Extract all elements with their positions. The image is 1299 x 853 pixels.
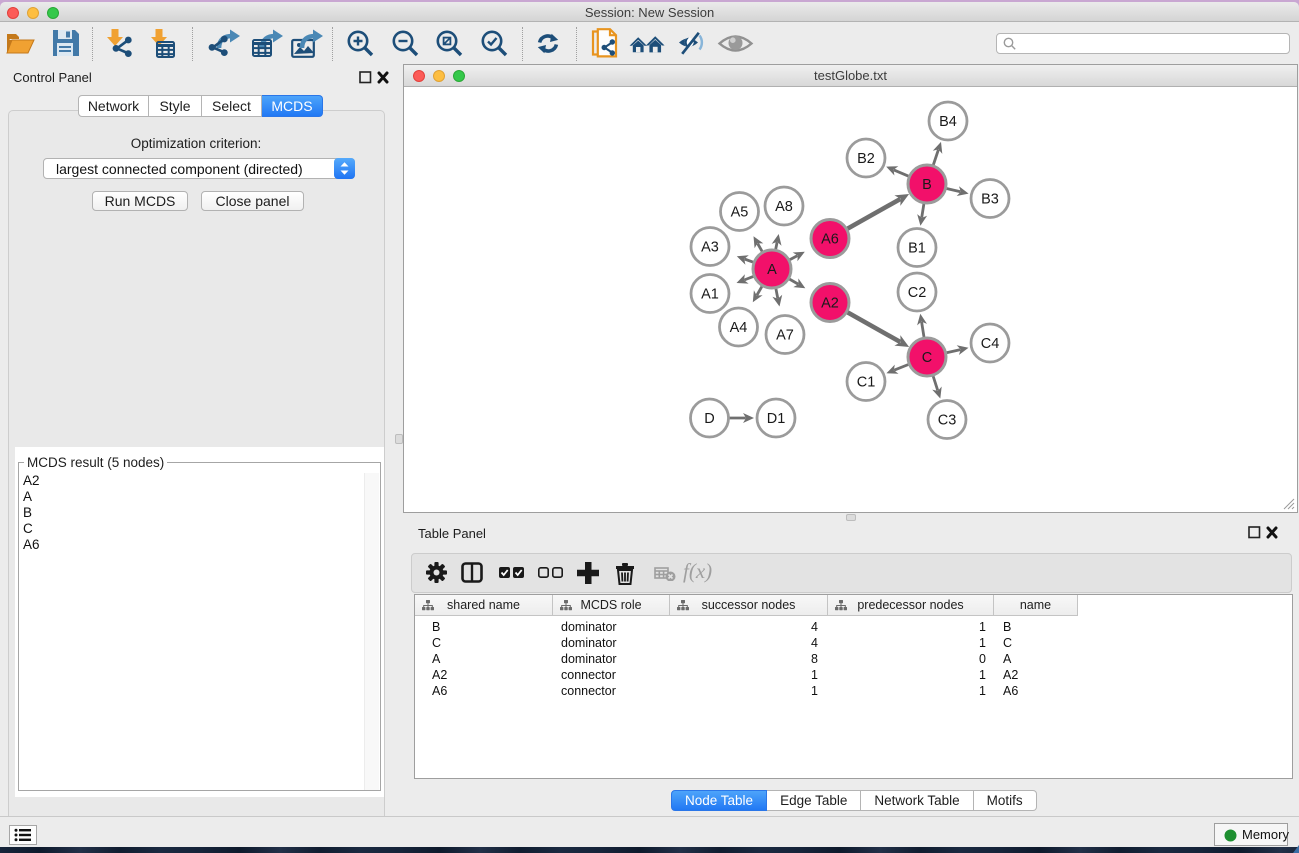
svg-text:A4: A4: [730, 320, 748, 336]
svg-text:A8: A8: [775, 199, 793, 215]
svg-text:C4: C4: [981, 336, 1000, 352]
svg-text:C3: C3: [938, 413, 957, 429]
svg-text:A2: A2: [821, 296, 839, 312]
svg-text:C2: C2: [908, 285, 927, 301]
svg-text:C: C: [922, 350, 932, 366]
svg-text:B4: B4: [939, 114, 957, 130]
svg-text:C1: C1: [857, 375, 876, 391]
svg-text:A7: A7: [776, 328, 794, 344]
svg-text:A6: A6: [821, 232, 839, 248]
svg-text:B3: B3: [981, 192, 999, 208]
svg-text:B1: B1: [908, 241, 926, 257]
svg-text:D1: D1: [767, 411, 786, 427]
svg-text:D: D: [704, 411, 714, 427]
svg-text:A: A: [767, 262, 777, 278]
svg-text:B2: B2: [857, 151, 875, 167]
svg-text:B: B: [922, 177, 932, 193]
svg-text:A5: A5: [731, 205, 749, 221]
svg-text:A1: A1: [701, 287, 719, 303]
svg-text:A3: A3: [701, 240, 719, 256]
